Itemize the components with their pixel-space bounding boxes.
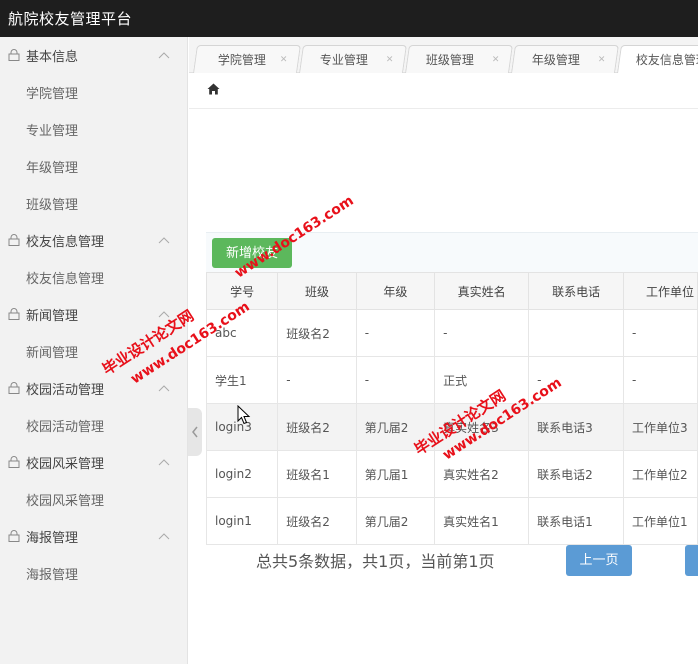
table-cell: 第几届2 xyxy=(355,497,436,545)
chevron-up-icon xyxy=(158,533,170,540)
sidebar-item-label: 海报管理 xyxy=(26,568,79,583)
mouse-cursor-icon xyxy=(237,405,251,425)
breadcrumb xyxy=(189,73,698,109)
table-cell: 班级名1 xyxy=(277,450,357,498)
sidebar-group-poster[interactable]: 海报管理 xyxy=(0,518,187,555)
sidebar-item-label: 校园风采管理 xyxy=(26,494,105,509)
sidebar-item-campus-activity[interactable]: 校园活动管理 xyxy=(0,407,187,444)
tab-label: 学院管理 xyxy=(217,53,266,67)
chevron-up-icon xyxy=(158,237,170,244)
column-header-phone[interactable]: 联系电话 xyxy=(528,272,625,310)
sidebar-item-poster[interactable]: 海报管理 xyxy=(0,555,187,592)
chevron-up-icon xyxy=(158,52,170,59)
sidebar-group-label: 基本信息 xyxy=(26,50,79,65)
lock-icon xyxy=(8,456,20,468)
sidebar-item-class[interactable]: 班级管理 xyxy=(0,185,187,222)
table-row[interactable]: login1 班级名2 第几届2 真实姓名1 联系电话1 工作单位1 xyxy=(205,497,698,545)
table-cell: 班级名2 xyxy=(277,309,357,357)
table-cell: 工作单位2 xyxy=(623,450,698,498)
table-header-row: 学号 班级 年级 真实姓名 联系电话 工作单位 xyxy=(205,272,698,310)
tab-class[interactable]: 班级管理 ✕ xyxy=(405,45,513,73)
sidebar-item-label: 班级管理 xyxy=(26,198,79,213)
close-icon[interactable]: ✕ xyxy=(492,55,500,65)
table-row[interactable]: 学生1 - - 正式 - - xyxy=(205,356,698,404)
sidebar-item-label: 校园活动管理 xyxy=(26,420,105,435)
column-header-class[interactable]: 班级 xyxy=(277,272,357,310)
sidebar-item-alumni-info[interactable]: 校友信息管理 xyxy=(0,259,187,296)
sidebar-item-label: 学院管理 xyxy=(26,87,79,102)
tab-bar: 学院管理 ✕ 专业管理 ✕ 班级管理 ✕ 年级管理 ✕ 校友信息管理 xyxy=(189,37,698,73)
app-title: 航院校友管理平台 xyxy=(8,10,133,28)
close-icon[interactable]: ✕ xyxy=(598,55,606,65)
table-row[interactable]: abc 班级名2 - - - xyxy=(205,309,698,357)
tab-label: 年级管理 xyxy=(531,53,580,67)
chevron-up-icon xyxy=(158,385,170,392)
sidebar-group-label: 校园活动管理 xyxy=(26,383,105,398)
table-cell: - xyxy=(355,309,436,357)
sidebar-item-label: 新闻管理 xyxy=(26,346,79,361)
sidebar-group-label: 校园风采管理 xyxy=(26,457,105,472)
sidebar-group-basic-info[interactable]: 基本信息 xyxy=(0,37,187,74)
tab-label: 班级管理 xyxy=(425,53,474,67)
close-icon[interactable]: ✕ xyxy=(280,55,288,65)
table-cell: - xyxy=(355,356,436,404)
lock-icon xyxy=(8,382,20,394)
alumni-table: 学号 班级 年级 真实姓名 联系电话 工作单位 abc 班级名2 - - - 学… xyxy=(205,272,698,545)
table-cell: - xyxy=(277,356,357,404)
chevron-left-icon xyxy=(192,426,198,438)
lock-icon xyxy=(8,530,20,542)
sidebar-group-label: 校友信息管理 xyxy=(26,235,105,250)
tab-label: 专业管理 xyxy=(319,53,368,67)
sidebar-item-label: 校友信息管理 xyxy=(26,272,105,287)
tab-label: 校友信息管理 xyxy=(635,53,698,67)
top-bar: 航院校友管理平台 xyxy=(0,0,698,37)
table-cell: login1 xyxy=(205,497,279,545)
lock-icon xyxy=(8,49,20,61)
chevron-up-icon xyxy=(158,459,170,466)
column-header-grade[interactable]: 年级 xyxy=(355,272,436,310)
table-cell: 工作单位3 xyxy=(623,403,698,451)
table-cell: - xyxy=(623,356,698,404)
table-cell: 联系电话1 xyxy=(528,497,625,545)
sidebar-item-grade[interactable]: 年级管理 xyxy=(0,148,187,185)
sidebar-group-label: 海报管理 xyxy=(26,531,79,546)
sidebar-collapse-handle[interactable] xyxy=(188,408,202,456)
sidebar: 基本信息 学院管理 专业管理 年级管理 班级管理 校友信息管理 校友信息管理 新… xyxy=(0,37,188,664)
tab-college[interactable]: 学院管理 ✕ xyxy=(193,45,301,73)
next-page-button[interactable] xyxy=(685,545,698,576)
sidebar-group-alumni[interactable]: 校友信息管理 xyxy=(0,222,187,259)
table-cell: 真实姓名1 xyxy=(434,497,530,545)
lock-icon xyxy=(8,308,20,320)
table-cell: login2 xyxy=(205,450,279,498)
sidebar-group-campus-activity[interactable]: 校园活动管理 xyxy=(0,370,187,407)
sidebar-item-label: 年级管理 xyxy=(26,161,79,176)
sidebar-item-label: 专业管理 xyxy=(26,124,79,139)
sidebar-item-college[interactable]: 学院管理 xyxy=(0,74,187,111)
column-header-workplace[interactable]: 工作单位 xyxy=(623,272,698,310)
table-cell: 联系电话2 xyxy=(528,450,625,498)
prev-page-button[interactable]: 上一页 xyxy=(566,545,632,576)
sidebar-group-campus-style[interactable]: 校园风采管理 xyxy=(0,444,187,481)
table-cell: 班级名2 xyxy=(277,403,357,451)
pagination-summary: 总共5条数据，共1页，当前第1页 xyxy=(256,552,495,571)
table-cell: - xyxy=(434,309,530,357)
table-cell: 联系电话3 xyxy=(528,403,625,451)
column-header-real-name[interactable]: 真实姓名 xyxy=(434,272,530,310)
tab-alumni-info[interactable]: 校友信息管理 xyxy=(617,45,698,73)
table-cell: 班级名2 xyxy=(277,497,357,545)
lock-icon xyxy=(8,234,20,246)
tab-major[interactable]: 专业管理 ✕ xyxy=(299,45,407,73)
table-cell: 工作单位1 xyxy=(623,497,698,545)
table-cell xyxy=(528,309,625,357)
home-icon[interactable] xyxy=(207,83,220,95)
tab-grade[interactable]: 年级管理 ✕ xyxy=(511,45,619,73)
sidebar-item-campus-style[interactable]: 校园风采管理 xyxy=(0,481,187,518)
sidebar-group-label: 新闻管理 xyxy=(26,309,79,324)
table-cell: - xyxy=(623,309,698,357)
table-cell: 学生1 xyxy=(205,356,279,404)
close-icon[interactable]: ✕ xyxy=(386,55,394,65)
sidebar-item-major[interactable]: 专业管理 xyxy=(0,111,187,148)
